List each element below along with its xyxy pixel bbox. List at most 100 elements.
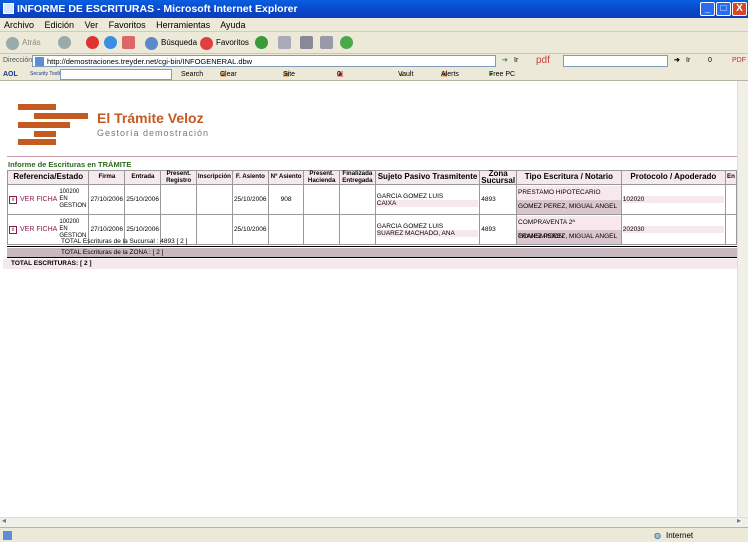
- extra-cell: [725, 184, 737, 215]
- title-bar: INFORME DE ESCRITURAS - Microsoft Intern…: [0, 0, 748, 18]
- home-icon: [122, 36, 135, 49]
- address-input[interactable]: http://demostraciones.treyder.net/cgi-bi…: [32, 55, 496, 67]
- total-zona-row: TOTAL Escrituras de la ZONA : [ 2 ]: [7, 248, 737, 258]
- stop-button[interactable]: [86, 36, 102, 49]
- page-content: El Trámite Veloz Gestoría demostración I…: [0, 81, 737, 517]
- present-hacienda-cell: [303, 184, 340, 215]
- close-button[interactable]: X: [732, 2, 747, 16]
- go-arrow-icon-2[interactable]: ➔: [674, 54, 680, 68]
- inscripcion-cell: [195, 184, 233, 215]
- menu-ayuda[interactable]: Ayuda: [220, 20, 245, 30]
- entrada-cell: 25/10/2006: [124, 184, 162, 215]
- col-f-asiento: F. Asiento: [231, 170, 269, 185]
- tipo-escritura: PRESTAMO HIPOTECARIO: [517, 185, 621, 200]
- col-extra: En: [725, 170, 737, 185]
- status-bar: ◍ Internet: [0, 527, 748, 542]
- go-button-2[interactable]: Ir: [686, 54, 690, 68]
- col-n-asiento: Nº Asiento: [267, 170, 305, 185]
- protocolo-value: 202030: [622, 226, 725, 233]
- menu-edicion[interactable]: Edición: [45, 20, 75, 30]
- total-sucursal-row: TOTAL Escrituras de la Sucursal : 4893 […: [7, 237, 737, 247]
- table-header-row: Referencia/Estado Firma Entrada Present.…: [6, 170, 737, 185]
- forward-button[interactable]: [58, 36, 74, 49]
- ver-ficha-link[interactable]: x VER FICHA: [9, 225, 57, 234]
- refresh-icon: [104, 36, 117, 49]
- home-button[interactable]: [122, 36, 138, 49]
- col-present-hacienda: Present. Hacienda: [303, 170, 340, 185]
- ref-number: 100200: [59, 189, 80, 195]
- pdf-dropdown[interactable]: pdf: [536, 54, 550, 68]
- minimize-button[interactable]: _: [700, 2, 715, 16]
- go-button[interactable]: Ir: [514, 54, 518, 68]
- scroll-left-icon[interactable]: ◂: [2, 516, 6, 525]
- ver-ficha-link[interactable]: x VER FICHA: [9, 195, 57, 204]
- refresh-button[interactable]: [104, 36, 120, 49]
- f-asiento-cell: 25/10/2006: [231, 184, 269, 215]
- sujeto-line2: CAIXA: [376, 199, 479, 207]
- total-escrituras-row: TOTAL ESCRITURAS: [ 2 ]: [3, 259, 737, 269]
- col-inscripcion: Inscripción: [195, 170, 233, 185]
- mail-icon: [278, 36, 291, 49]
- broken-image-icon: x: [9, 195, 17, 204]
- address-label: Dirección: [3, 57, 33, 64]
- stop-icon: [86, 36, 99, 49]
- pdf-input[interactable]: [563, 55, 668, 67]
- mail-button[interactable]: [278, 36, 294, 49]
- search-button[interactable]: Búsqueda: [145, 36, 197, 50]
- estado-line2: GESTION: [59, 203, 87, 209]
- go-arrow-icon[interactable]: ➔: [502, 54, 508, 68]
- pdf-button[interactable]: PDF: [732, 54, 746, 68]
- aol-logo: AOL: [3, 71, 18, 78]
- history-button[interactable]: [255, 36, 271, 49]
- sujeto-cell: GARCIA GOMEZ LUIS CAIXA: [374, 184, 481, 215]
- present-registro-cell: [160, 184, 197, 215]
- menu-favoritos[interactable]: Favoritos: [109, 20, 146, 30]
- menu-bar: Archivo Edición Ver Favoritos Herramient…: [0, 18, 748, 32]
- horizontal-scrollbar[interactable]: ◂ ▸: [0, 516, 748, 527]
- edit-button[interactable]: [320, 36, 336, 49]
- globe-icon: ◍: [654, 531, 661, 540]
- zone-label: Internet: [666, 531, 694, 540]
- standard-toolbar: Atrás Búsqueda Favoritos: [0, 32, 748, 54]
- history-icon: [255, 36, 268, 49]
- maximize-button[interactable]: □: [716, 2, 731, 16]
- company-subtitle: Gestoría demostración: [97, 128, 210, 138]
- sujeto-line1: GARCIA GOMEZ LUIS: [376, 222, 444, 230]
- col-firma: Firma: [88, 170, 126, 185]
- referencia-cell: x VER FICHA 100200 EN GESTION: [6, 184, 90, 215]
- col-entrada: Entrada: [124, 170, 162, 185]
- printer-icon: [300, 36, 313, 49]
- estado-line1: EN: [59, 226, 68, 232]
- back-arrow-icon: [6, 36, 19, 50]
- forward-arrow-icon: [58, 36, 71, 49]
- page-status-icon: [3, 531, 12, 540]
- col-finalizada: Finalizada Entregada: [338, 170, 376, 185]
- col-referencia: Referencia/Estado: [6, 170, 90, 185]
- back-button[interactable]: Atrás: [6, 36, 41, 50]
- aol-search-button[interactable]: Search: [181, 68, 203, 81]
- col-sujeto: Sujeto Pasivo Trasmitente: [374, 170, 481, 185]
- broken-image-icon: x: [9, 225, 17, 234]
- page-icon: [35, 57, 44, 66]
- aol-search-input[interactable]: [60, 69, 172, 80]
- tipo-escritura: COMPRAVENTA 2ª TRANSMISION: [517, 215, 621, 240]
- aol-toolbar: AOL Security Toolbar Search ▣ Clear Hist…: [0, 68, 748, 91]
- menu-archivo[interactable]: Archivo: [4, 20, 34, 30]
- protocolo-value: 102020: [622, 196, 725, 203]
- menu-ver[interactable]: Ver: [85, 20, 99, 30]
- favorites-button[interactable]: Favoritos: [200, 36, 249, 50]
- sujeto-line2: SUAREZ MACHADO, ANA: [376, 229, 479, 237]
- vertical-scrollbar[interactable]: [737, 81, 748, 517]
- print-button[interactable]: [300, 36, 316, 49]
- menu-herramientas[interactable]: Herramientas: [156, 20, 210, 30]
- ie-page-icon: [3, 3, 14, 14]
- finalizada-cell: [338, 184, 376, 215]
- window-title: INFORME DE ESCRITURAS - Microsoft Intern…: [17, 3, 298, 15]
- protocolo-cell: 102020: [620, 184, 727, 215]
- company-name: El Trámite Veloz: [97, 110, 204, 126]
- search-icon: [145, 36, 158, 50]
- messenger-button[interactable]: [340, 36, 356, 49]
- scroll-right-icon[interactable]: ▸: [737, 516, 741, 525]
- report-title: Informe de Escrituras en TRÁMITE: [8, 160, 132, 169]
- heart-icon: [200, 36, 213, 50]
